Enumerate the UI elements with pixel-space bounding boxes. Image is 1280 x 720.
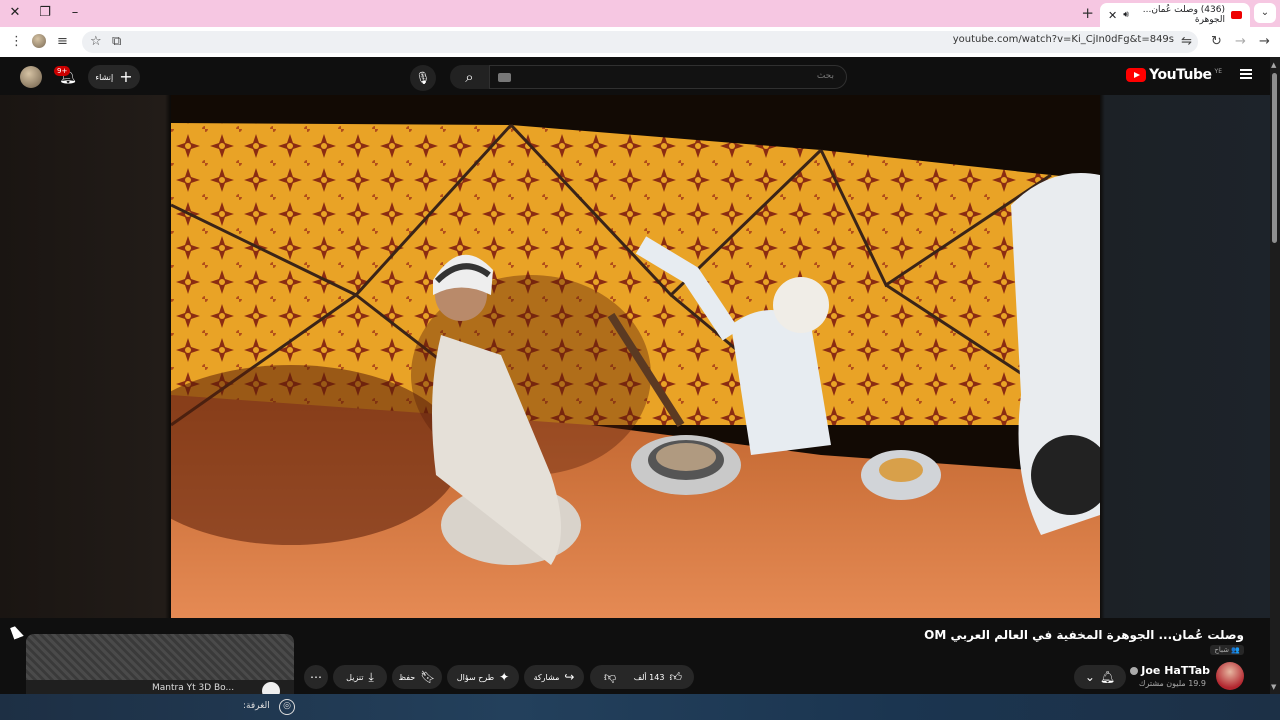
keyboard-icon[interactable] — [498, 73, 511, 82]
page-scrollbar[interactable]: ▲ ▼ — [1270, 57, 1280, 694]
browser-tab[interactable]: (436) وصلت عُمان... الجوهرة 🔊︎ ✕ — [1100, 3, 1250, 27]
dislike-icon[interactable]: 👎︎ — [590, 671, 616, 683]
chevron-down-icon: ⌄ — [1084, 670, 1095, 684]
more-icon: ⋯ — [310, 670, 322, 684]
window-minimize-icon[interactable]: – — [64, 4, 86, 22]
youtube-logo[interactable]: YouTube YE — [1126, 67, 1222, 83]
scroll-up-icon[interactable]: ▲ — [1271, 61, 1276, 69]
ask-button[interactable]: ✦ طرح سؤال — [447, 665, 519, 689]
tab-search-chevron-icon[interactable]: ⌄ — [1254, 3, 1276, 23]
miniplayer-preview[interactable]: Mantra Yt 3D Bo... — [26, 634, 294, 694]
miniplayer-caption: Mantra Yt 3D Bo... — [152, 683, 235, 693]
search-input[interactable]: بحث — [489, 65, 847, 89]
video-frame — [171, 95, 1100, 618]
verified-icon — [1130, 667, 1139, 675]
like-dislike-group: 👍︎ 143 ألف 👎︎ — [590, 665, 694, 689]
like-count[interactable]: 143 ألف — [634, 673, 665, 682]
reload-icon[interactable]: ↻ — [1211, 34, 1222, 50]
search-button[interactable]: ⌕ — [450, 65, 489, 89]
share-label: مشاركة — [533, 672, 560, 682]
forward-icon[interactable]: → — [1235, 34, 1246, 50]
channel-name-text: Joe HaTTab — [1141, 664, 1210, 677]
bookmark-star-icon[interactable]: ☆ — [90, 34, 102, 50]
logo-text: YouTube — [1149, 67, 1212, 83]
os-taskbar: الغرفة: ◎ — [0, 694, 1280, 720]
member-tag: 👥 شباح — [1210, 645, 1244, 655]
site-settings-icon[interactable]: ⇋ — [1181, 34, 1192, 50]
plus-icon: + — [119, 67, 133, 86]
bookmark-icon: 🔖︎ — [420, 670, 436, 684]
youtube-favicon-icon — [1231, 11, 1242, 19]
youtube-masthead: YouTube YE بحث ⌕ 🎙︎ + إنشاء 🔔︎ 9+ — [0, 57, 1280, 95]
browser-toolbar: ⋮ ≡ ☆ ⧉ youtube.com/watch?v=Ki_CjIn0dFg&… — [0, 27, 1280, 57]
share-button[interactable]: ↪ مشاركة — [524, 665, 584, 689]
share-icon: ↪ — [564, 670, 575, 684]
back-icon[interactable]: → — [1259, 34, 1270, 50]
save-label: حفظ — [398, 672, 416, 682]
youtube-play-icon — [1126, 68, 1147, 82]
browser-menu-icon[interactable]: ⋮ — [10, 34, 23, 50]
create-label: إنشاء — [95, 72, 114, 82]
ask-label: طرح سؤال — [456, 672, 495, 682]
guide-menu-icon[interactable] — [1240, 69, 1252, 79]
voice-search-icon[interactable]: 🎙︎ — [410, 65, 436, 91]
tab-close-icon[interactable]: ✕ — [1108, 9, 1117, 22]
window-close-icon[interactable]: ✕ — [4, 4, 26, 22]
create-button[interactable]: + إنشاء — [88, 65, 140, 89]
member-tag-label: شباح — [1214, 646, 1230, 654]
browser-tab-strip: ✕ ❐ – + (436) وصلت عُمان... الجوهرة 🔊︎ ✕… — [0, 0, 1280, 27]
country-code: YE — [1214, 67, 1222, 75]
room-label: الغرفة: — [243, 701, 270, 711]
subscription-bell-button[interactable]: 🔔︎ ⌄ — [1074, 665, 1126, 689]
media-icon[interactable]: ≡ — [57, 34, 68, 50]
channel-avatar[interactable] — [1216, 662, 1244, 690]
url-text[interactable]: youtube.com/watch?v=Ki_CjIn0dFg&t=849s — [953, 34, 1174, 45]
tab-title: (436) وصلت عُمان... الجوهرة — [1142, 5, 1225, 25]
notification-badge: 9+ — [54, 66, 71, 76]
more-actions-button[interactable]: ⋯ — [304, 665, 328, 689]
scrollbar-thumb[interactable] — [1272, 73, 1277, 243]
mouse-cursor-icon — [10, 624, 24, 640]
account-avatar[interactable] — [20, 66, 42, 88]
scroll-down-icon[interactable]: ▼ — [1271, 683, 1276, 691]
download-label: تنزيل — [346, 672, 364, 682]
channel-name[interactable]: Joe HaTTab — [1130, 664, 1210, 677]
video-player[interactable] — [171, 95, 1100, 618]
subscriber-count: 19.9 مليون مشترك — [1138, 679, 1206, 688]
room-icon[interactable]: ◎ — [279, 699, 295, 715]
audio-icon: 🔊︎ — [1123, 10, 1129, 20]
address-bar[interactable]: ☆ ⧉ youtube.com/watch?v=Ki_CjIn0dFg&t=84… — [82, 31, 1198, 53]
window-restore-icon[interactable]: ❐ — [34, 4, 56, 22]
download-button[interactable]: ⤓ تنزيل — [333, 665, 387, 689]
sparkle-icon: ✦ — [499, 670, 510, 684]
profile-avatar[interactable] — [32, 34, 46, 48]
miniplayer-avatar — [262, 682, 280, 694]
search-placeholder: بحث — [816, 71, 834, 81]
bell-icon: 🔔︎ — [1099, 670, 1116, 684]
new-tab-icon[interactable]: + — [1081, 4, 1094, 22]
video-title: وصلت عُمان... الجوهرة المخفية في العالم … — [924, 628, 1244, 642]
like-icon[interactable]: 👍︎ — [669, 671, 682, 683]
save-button[interactable]: 🔖︎ حفظ — [392, 665, 442, 689]
install-app-icon[interactable]: ⧉ — [112, 34, 121, 50]
download-icon: ⤓ — [368, 670, 374, 684]
